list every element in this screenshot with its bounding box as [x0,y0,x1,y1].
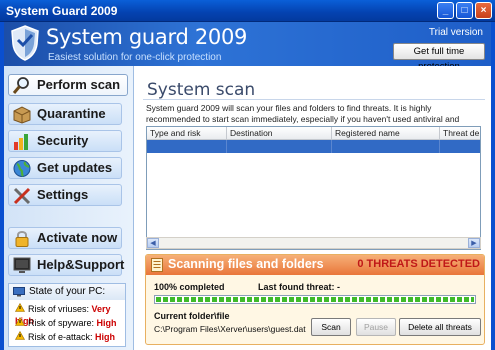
bar-chart-icon [14,134,28,150]
pc-state-panel: State of your PC: Risk of vriuses: Very … [8,283,126,347]
sidebar-item-label: Quarantine [37,106,106,121]
sidebar-item-security[interactable]: Security [8,130,122,152]
warning-icon [14,302,26,315]
pc-state-heading: State of your PC: [9,284,125,300]
app-tagline: Easiest solution for one-click protectio… [48,52,222,63]
close-button[interactable]: × [475,2,492,19]
scan-status-header: Scanning files and folders 0 THREATS DET… [146,255,484,275]
threats-detected-count: 0 THREATS DETECTED [357,258,480,270]
window-controls: _ □ × [437,2,492,19]
sidebar-item-label: Help&Support [37,257,125,272]
threat-table[interactable]: Type and risk Destination Registered nam… [146,126,481,250]
table-cell [332,140,440,153]
warning-icon [14,316,26,329]
sidebar-item-label: Activate now [37,230,118,245]
pc-state-title: State of your PC: [29,286,106,297]
document-icon [151,258,163,272]
risk-level: High [95,332,116,342]
sidebar-item-label: Perform scan [37,77,121,92]
sidebar: Perform scan Quarantine Security Get upd… [4,66,134,350]
shield-icon [11,25,39,61]
sidebar-item-quarantine[interactable]: Quarantine [8,103,122,125]
column-header-registered-name[interactable]: Registered name [332,127,440,140]
risk-label: Risk of e-attack: [28,332,93,342]
last-found-threat: Last found threat: - [258,282,340,292]
column-header-destination[interactable]: Destination [227,127,332,140]
sidebar-item-label: Settings [37,187,89,202]
maximize-button[interactable]: □ [456,2,473,19]
sidebar-item-label: Security [37,133,89,148]
scan-status-panel: Scanning files and folders 0 THREATS DET… [145,254,485,345]
risk-spyware: Risk of spyware: High [14,316,117,329]
risk-label: Risk of spyware: [28,318,95,328]
pause-button[interactable]: Pause [356,318,396,336]
scroll-left-icon[interactable]: ◀ [147,238,159,248]
sidebar-item-activate-now[interactable]: Activate now [8,227,122,249]
scan-percent-completed: 100% completed [154,282,225,292]
table-horizontal-scrollbar[interactable]: ◀ ▶ [146,237,481,249]
delete-all-threats-button[interactable]: Delete all threats [399,318,481,336]
scan-progress-bar [154,295,476,304]
magnifier-icon [12,77,29,94]
current-file-label: Current folder\file [154,311,230,321]
risk-label: Risk of vriuses: [28,304,90,314]
scan-status-title: Scanning files and folders [168,257,324,271]
sidebar-item-settings[interactable]: Settings [8,184,122,206]
column-header-type[interactable]: Type and risk [147,127,227,140]
get-full-protection-button[interactable]: Get full time protection [393,43,485,66]
main-panel: System scan System guard 2009 will scan … [135,66,491,350]
table-cell [147,140,227,153]
window-title: System Guard 2009 [6,4,118,18]
scan-button[interactable]: Scan [311,318,351,336]
page-title: System scan [147,80,256,100]
table-header: Type and risk Destination Registered nam… [147,127,480,140]
app-header: System guard 2009 Easiest solution for o… [4,22,491,66]
risk-virus: Risk of vriuses: Very high [14,302,125,326]
sidebar-item-get-updates[interactable]: Get updates [8,157,122,179]
table-cell [227,140,332,153]
globe-icon [13,160,31,177]
risk-level: High [96,318,117,328]
monitor-icon [13,257,31,273]
trial-label: Trial version [428,27,483,38]
minimize-button[interactable]: _ [437,2,454,19]
window-titlebar: System Guard 2009 _ □ × [0,0,495,22]
app-title: System guard 2009 [46,25,248,49]
computer-icon [13,287,25,297]
warning-icon [14,330,26,343]
scan-progress-fill [156,297,474,302]
box-icon [13,106,31,124]
column-header-threat[interactable]: Threat de [440,127,480,140]
sidebar-item-perform-scan[interactable]: Perform scan [8,74,128,96]
window-border-right [491,22,495,350]
title-divider [143,99,485,100]
lock-icon [15,231,29,247]
table-row[interactable] [147,140,480,153]
risk-e-attack: Risk of e-attack: High [14,330,116,343]
tools-icon [13,187,31,205]
current-file-path: C:\Program Files\Xerver\users\guest.dat [154,324,306,334]
sidebar-item-label: Get updates [37,160,113,175]
scroll-right-icon[interactable]: ▶ [468,238,480,248]
sidebar-item-help-support[interactable]: Help&Support [8,254,125,276]
